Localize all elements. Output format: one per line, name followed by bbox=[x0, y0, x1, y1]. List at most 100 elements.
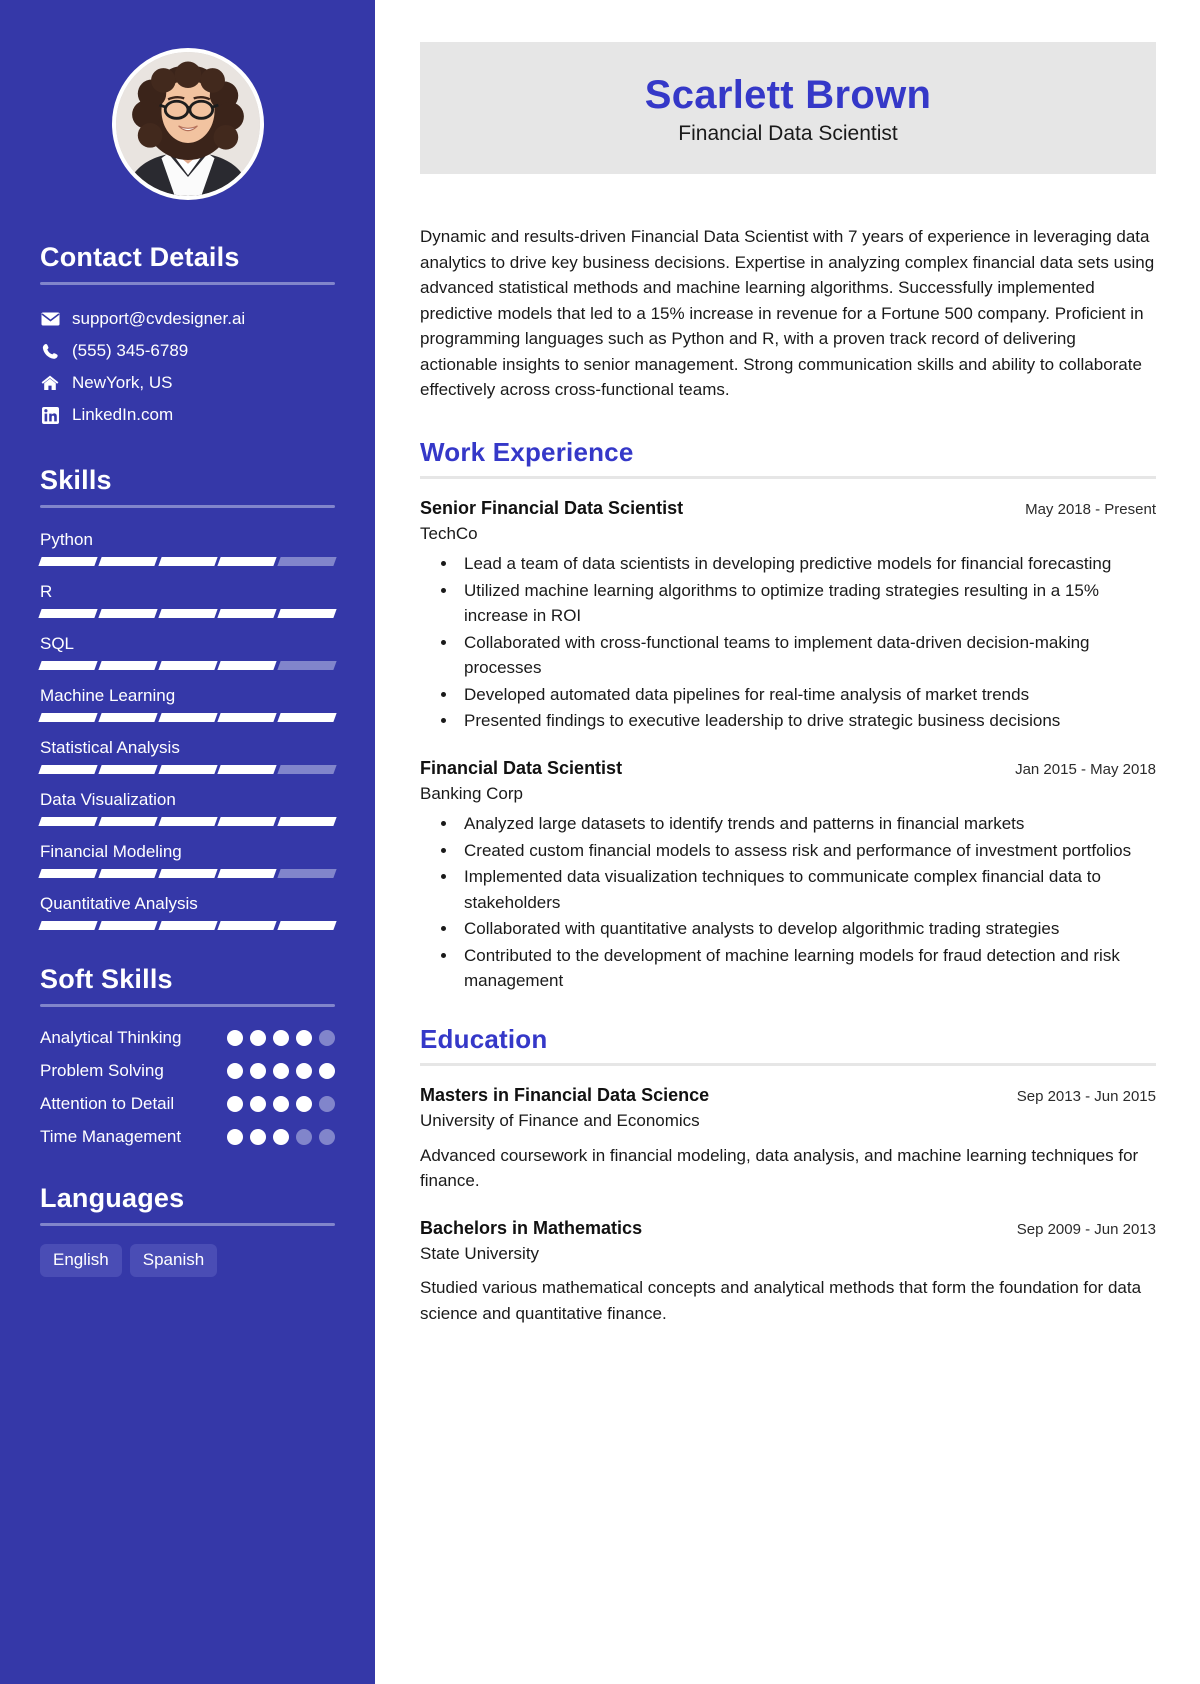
rating-dot bbox=[250, 1096, 266, 1112]
rating-dots bbox=[227, 1025, 335, 1046]
skills-title: Skills bbox=[40, 465, 112, 495]
skill-label: SQL bbox=[40, 634, 75, 653]
contact-details-section: Contact Details support@cvdesigner.ai (5… bbox=[40, 242, 335, 431]
contact-item-email[interactable]: support@cvdesigner.ai bbox=[40, 303, 335, 335]
education-description: Advanced coursework in financial modelin… bbox=[420, 1145, 1139, 1191]
work-bullet: Contributed to the development of machin… bbox=[458, 943, 1156, 994]
skill-bar-segment bbox=[38, 609, 98, 618]
skill-bar-segment bbox=[217, 713, 277, 722]
rating-dot bbox=[273, 1129, 289, 1145]
skill-bar-segment bbox=[217, 817, 277, 826]
divider bbox=[40, 1223, 335, 1226]
contact-item-location[interactable]: NewYork, US bbox=[40, 367, 335, 399]
rating-dot bbox=[250, 1129, 266, 1145]
skill-label: Machine Learning bbox=[40, 686, 176, 705]
work-entry: Financial Data Scientist Jan 2015 - May 2… bbox=[420, 756, 1156, 994]
skill-row: Machine Learning bbox=[38, 682, 337, 722]
skill-bar-segment bbox=[217, 557, 277, 566]
skill-bar-segment bbox=[38, 921, 98, 930]
avatar-wrap bbox=[40, 48, 335, 200]
work-entry: Senior Financial Data Scientist May 2018 … bbox=[420, 496, 1156, 734]
skill-bar-segment bbox=[277, 921, 337, 930]
divider bbox=[420, 475, 1156, 479]
rating-dot bbox=[296, 1096, 312, 1112]
job-title: Financial Data Scientist bbox=[678, 122, 898, 145]
skill-row: Statistical Analysis bbox=[38, 734, 337, 774]
home-icon bbox=[40, 375, 60, 391]
resume-page: Contact Details support@cvdesigner.ai (5… bbox=[0, 0, 1200, 1684]
skill-bar-segment bbox=[157, 557, 218, 566]
skill-bar-segment bbox=[98, 869, 158, 878]
skill-bar-segment bbox=[157, 765, 218, 774]
work-bullet: Created custom financial models to asses… bbox=[458, 838, 1156, 864]
skill-row: Quantitative Analysis bbox=[38, 890, 337, 930]
skills-section: Skills Python R SQL Machine Learning Statist… bbox=[38, 465, 337, 930]
skill-level-bar bbox=[38, 817, 337, 826]
soft-skill-label: Attention to Detail bbox=[40, 1094, 175, 1113]
rating-dot bbox=[296, 1063, 312, 1079]
soft-skill-row: Attention to Detail bbox=[40, 1091, 335, 1116]
skill-bar-segment bbox=[217, 765, 277, 774]
education-title: Education bbox=[420, 1023, 548, 1054]
skill-bar-segment bbox=[157, 713, 218, 722]
soft-skill-row: Time Management bbox=[40, 1124, 335, 1149]
work-bullet: Implemented data visualization technique… bbox=[458, 864, 1156, 915]
rating-dots bbox=[227, 1091, 335, 1112]
skill-row: Financial Modeling bbox=[38, 838, 337, 878]
education-section: Education Masters in Financial Data Scie… bbox=[420, 1024, 1156, 1326]
soft-skills-list: Analytical Thinking Problem Solving Attent… bbox=[40, 1025, 335, 1149]
skill-row: SQL bbox=[38, 630, 337, 670]
contact-details-title: Contact Details bbox=[40, 242, 240, 272]
work-bullet-list: Lead a team of data scientists in develo… bbox=[444, 551, 1156, 734]
work-company: TechCo bbox=[420, 523, 478, 543]
languages-title: Languages bbox=[40, 1183, 185, 1213]
skill-bar-segment bbox=[277, 765, 337, 774]
skill-bar-segment bbox=[157, 661, 218, 670]
skill-bar-segment bbox=[98, 609, 158, 618]
skill-bar-segment bbox=[277, 557, 337, 566]
contact-item-phone[interactable]: (555) 345-6789 bbox=[40, 335, 335, 367]
skill-label: Financial Modeling bbox=[40, 842, 182, 861]
education-description: Studied various mathematical concepts an… bbox=[420, 1278, 1142, 1323]
contact-item-linkedin[interactable]: LinkedIn.com bbox=[40, 399, 335, 431]
work-bullet: Presented findings to executive leadersh… bbox=[458, 708, 1156, 734]
education-school: State University bbox=[420, 1243, 540, 1263]
name-card: Scarlett Brown Financial Data Scientist bbox=[420, 42, 1156, 174]
divider bbox=[40, 282, 335, 285]
rating-dots bbox=[227, 1058, 335, 1079]
rating-dot bbox=[250, 1063, 266, 1079]
skill-bar-segment bbox=[38, 869, 98, 878]
soft-skill-label: Time Management bbox=[40, 1127, 182, 1146]
skill-bar-segment bbox=[277, 713, 337, 722]
work-bullet: Utilized machine learning algorithms to … bbox=[458, 578, 1156, 629]
work-bullet: Analyzed large datasets to identify tren… bbox=[458, 811, 1156, 837]
rating-dot bbox=[273, 1096, 289, 1112]
skill-row: Python bbox=[38, 526, 337, 566]
work-bullet: Collaborated with cross-functional teams… bbox=[458, 630, 1156, 681]
skill-level-bar bbox=[38, 713, 337, 722]
skill-bar-segment bbox=[98, 817, 158, 826]
contact-label: NewYork, US bbox=[72, 373, 173, 392]
work-date-range: Jan 2015 - May 2018 bbox=[1015, 760, 1156, 778]
language-tag[interactable]: English bbox=[40, 1244, 122, 1277]
skill-bar-segment bbox=[217, 661, 277, 670]
skill-label: Quantitative Analysis bbox=[40, 894, 198, 913]
skill-bar-segment bbox=[277, 869, 337, 878]
skill-level-bar bbox=[38, 609, 337, 618]
rating-dots bbox=[227, 1124, 335, 1145]
sidebar: Contact Details support@cvdesigner.ai (5… bbox=[0, 0, 375, 1684]
divider bbox=[40, 1004, 335, 1007]
linkedin-icon bbox=[40, 406, 60, 424]
rating-dot bbox=[296, 1129, 312, 1145]
skill-level-bar bbox=[38, 765, 337, 774]
rating-dot bbox=[296, 1030, 312, 1046]
education-entry-header: Masters in Financial Data Science Sep 201… bbox=[420, 1083, 1156, 1108]
language-tag-list: English Spanish bbox=[40, 1244, 335, 1277]
work-bullet: Lead a team of data scientists in develo… bbox=[458, 551, 1156, 577]
skill-label: R bbox=[40, 582, 53, 601]
skill-level-bar bbox=[38, 869, 337, 878]
work-company: Banking Corp bbox=[420, 783, 524, 803]
work-experience-list: Senior Financial Data Scientist May 2018 … bbox=[420, 496, 1156, 994]
language-tag[interactable]: Spanish bbox=[129, 1244, 218, 1277]
soft-skills-title: Soft Skills bbox=[40, 964, 173, 994]
